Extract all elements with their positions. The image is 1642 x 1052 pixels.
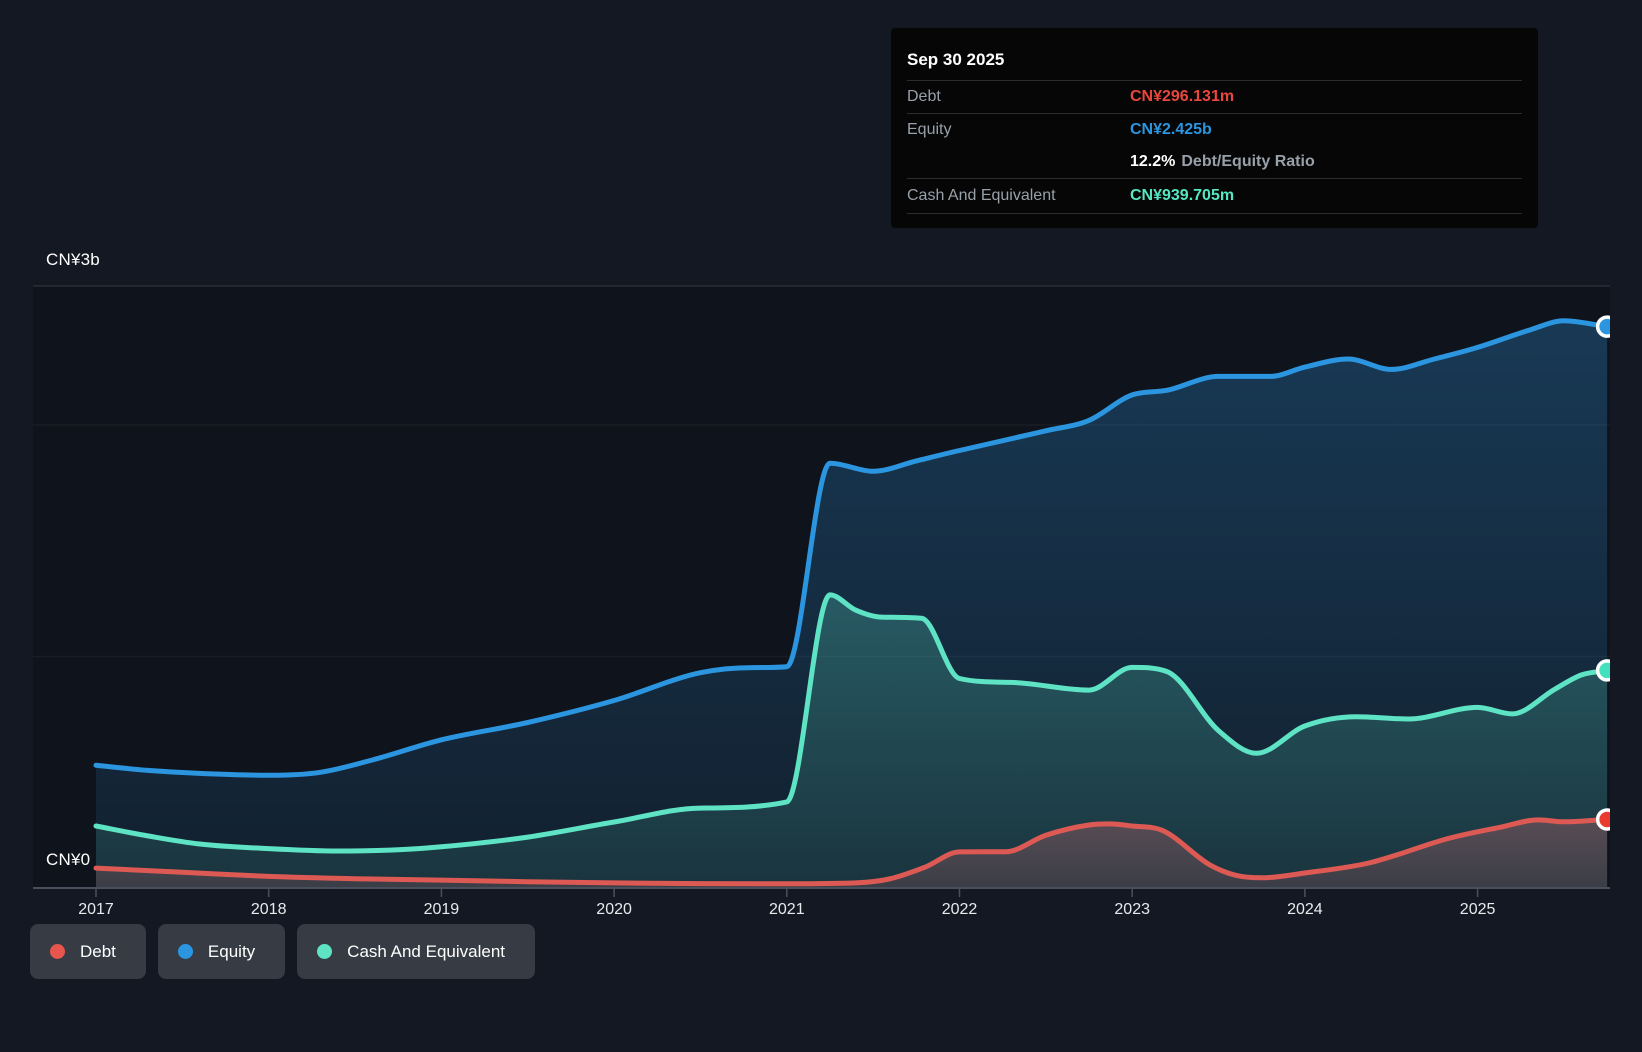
legend-label: Equity <box>208 942 255 962</box>
x-axis-label-2019: 2019 <box>424 901 460 919</box>
x-axis-label-2023: 2023 <box>1114 901 1150 919</box>
balance-sheet-history-chart: CN¥3b CN¥0 2017 2018 2019 2020 2021 2022 2023 2… <box>0 0 1642 1052</box>
x-axis-label-2025: 2025 <box>1460 901 1496 919</box>
tooltip-cash-value: CN¥939.705m <box>1130 187 1234 205</box>
x-axis-label-2017: 2017 <box>78 901 114 919</box>
chart-tooltip: Sep 30 2025 Debt CN¥296.131m Equity CN¥2… <box>891 28 1538 228</box>
tooltip-cash-row: Cash And Equivalent CN¥939.705m <box>907 179 1522 214</box>
tooltip-debt-row: Debt CN¥296.131m <box>907 81 1522 114</box>
debt-endpoint-dot[interactable] <box>1598 810 1617 829</box>
tooltip-equity-label: Equity <box>907 121 1130 139</box>
legend-item-debt[interactable]: Debt <box>30 924 146 979</box>
debt-equity-ratio: 12.2% Debt/Equity Ratio <box>1130 153 1315 171</box>
chart-legend: Debt Equity Cash And Equivalent <box>30 924 535 979</box>
legend-dot <box>178 944 193 959</box>
tooltip-date: Sep 30 2025 <box>907 40 1522 81</box>
tooltip-debt-value: CN¥296.131m <box>1130 88 1234 106</box>
legend-item-equity[interactable]: Equity <box>158 924 285 979</box>
legend-item-cash-and-equivalent[interactable]: Cash And Equivalent <box>297 924 535 979</box>
y-axis-max-label: CN¥3b <box>46 250 100 270</box>
tooltip-debt-label: Debt <box>907 88 1130 106</box>
legend-label: Cash And Equivalent <box>347 942 505 962</box>
ratio-label: Debt/Equity Ratio <box>1181 153 1314 170</box>
legend-label: Debt <box>80 942 116 962</box>
tooltip-ratio-row: 12.2% Debt/Equity Ratio <box>907 146 1522 179</box>
x-axis-label-2020: 2020 <box>596 901 632 919</box>
y-axis-zero-label: CN¥0 <box>46 850 90 870</box>
x-axis-label-2018: 2018 <box>251 901 287 919</box>
x-axis-label-2021: 2021 <box>769 901 805 919</box>
tooltip-equity-value: CN¥2.425b <box>1130 121 1212 139</box>
legend-dot <box>317 944 332 959</box>
equity-endpoint-dot[interactable] <box>1598 317 1617 336</box>
legend-dot <box>50 944 65 959</box>
tooltip-cash-label: Cash And Equivalent <box>907 187 1130 205</box>
x-axis-label-2022: 2022 <box>942 901 978 919</box>
cash-and-equivalent-endpoint-dot[interactable] <box>1598 661 1617 680</box>
x-axis-label-2024: 2024 <box>1287 901 1323 919</box>
tooltip-equity-row: Equity CN¥2.425b <box>907 114 1522 146</box>
ratio-percent: 12.2% <box>1130 153 1175 170</box>
